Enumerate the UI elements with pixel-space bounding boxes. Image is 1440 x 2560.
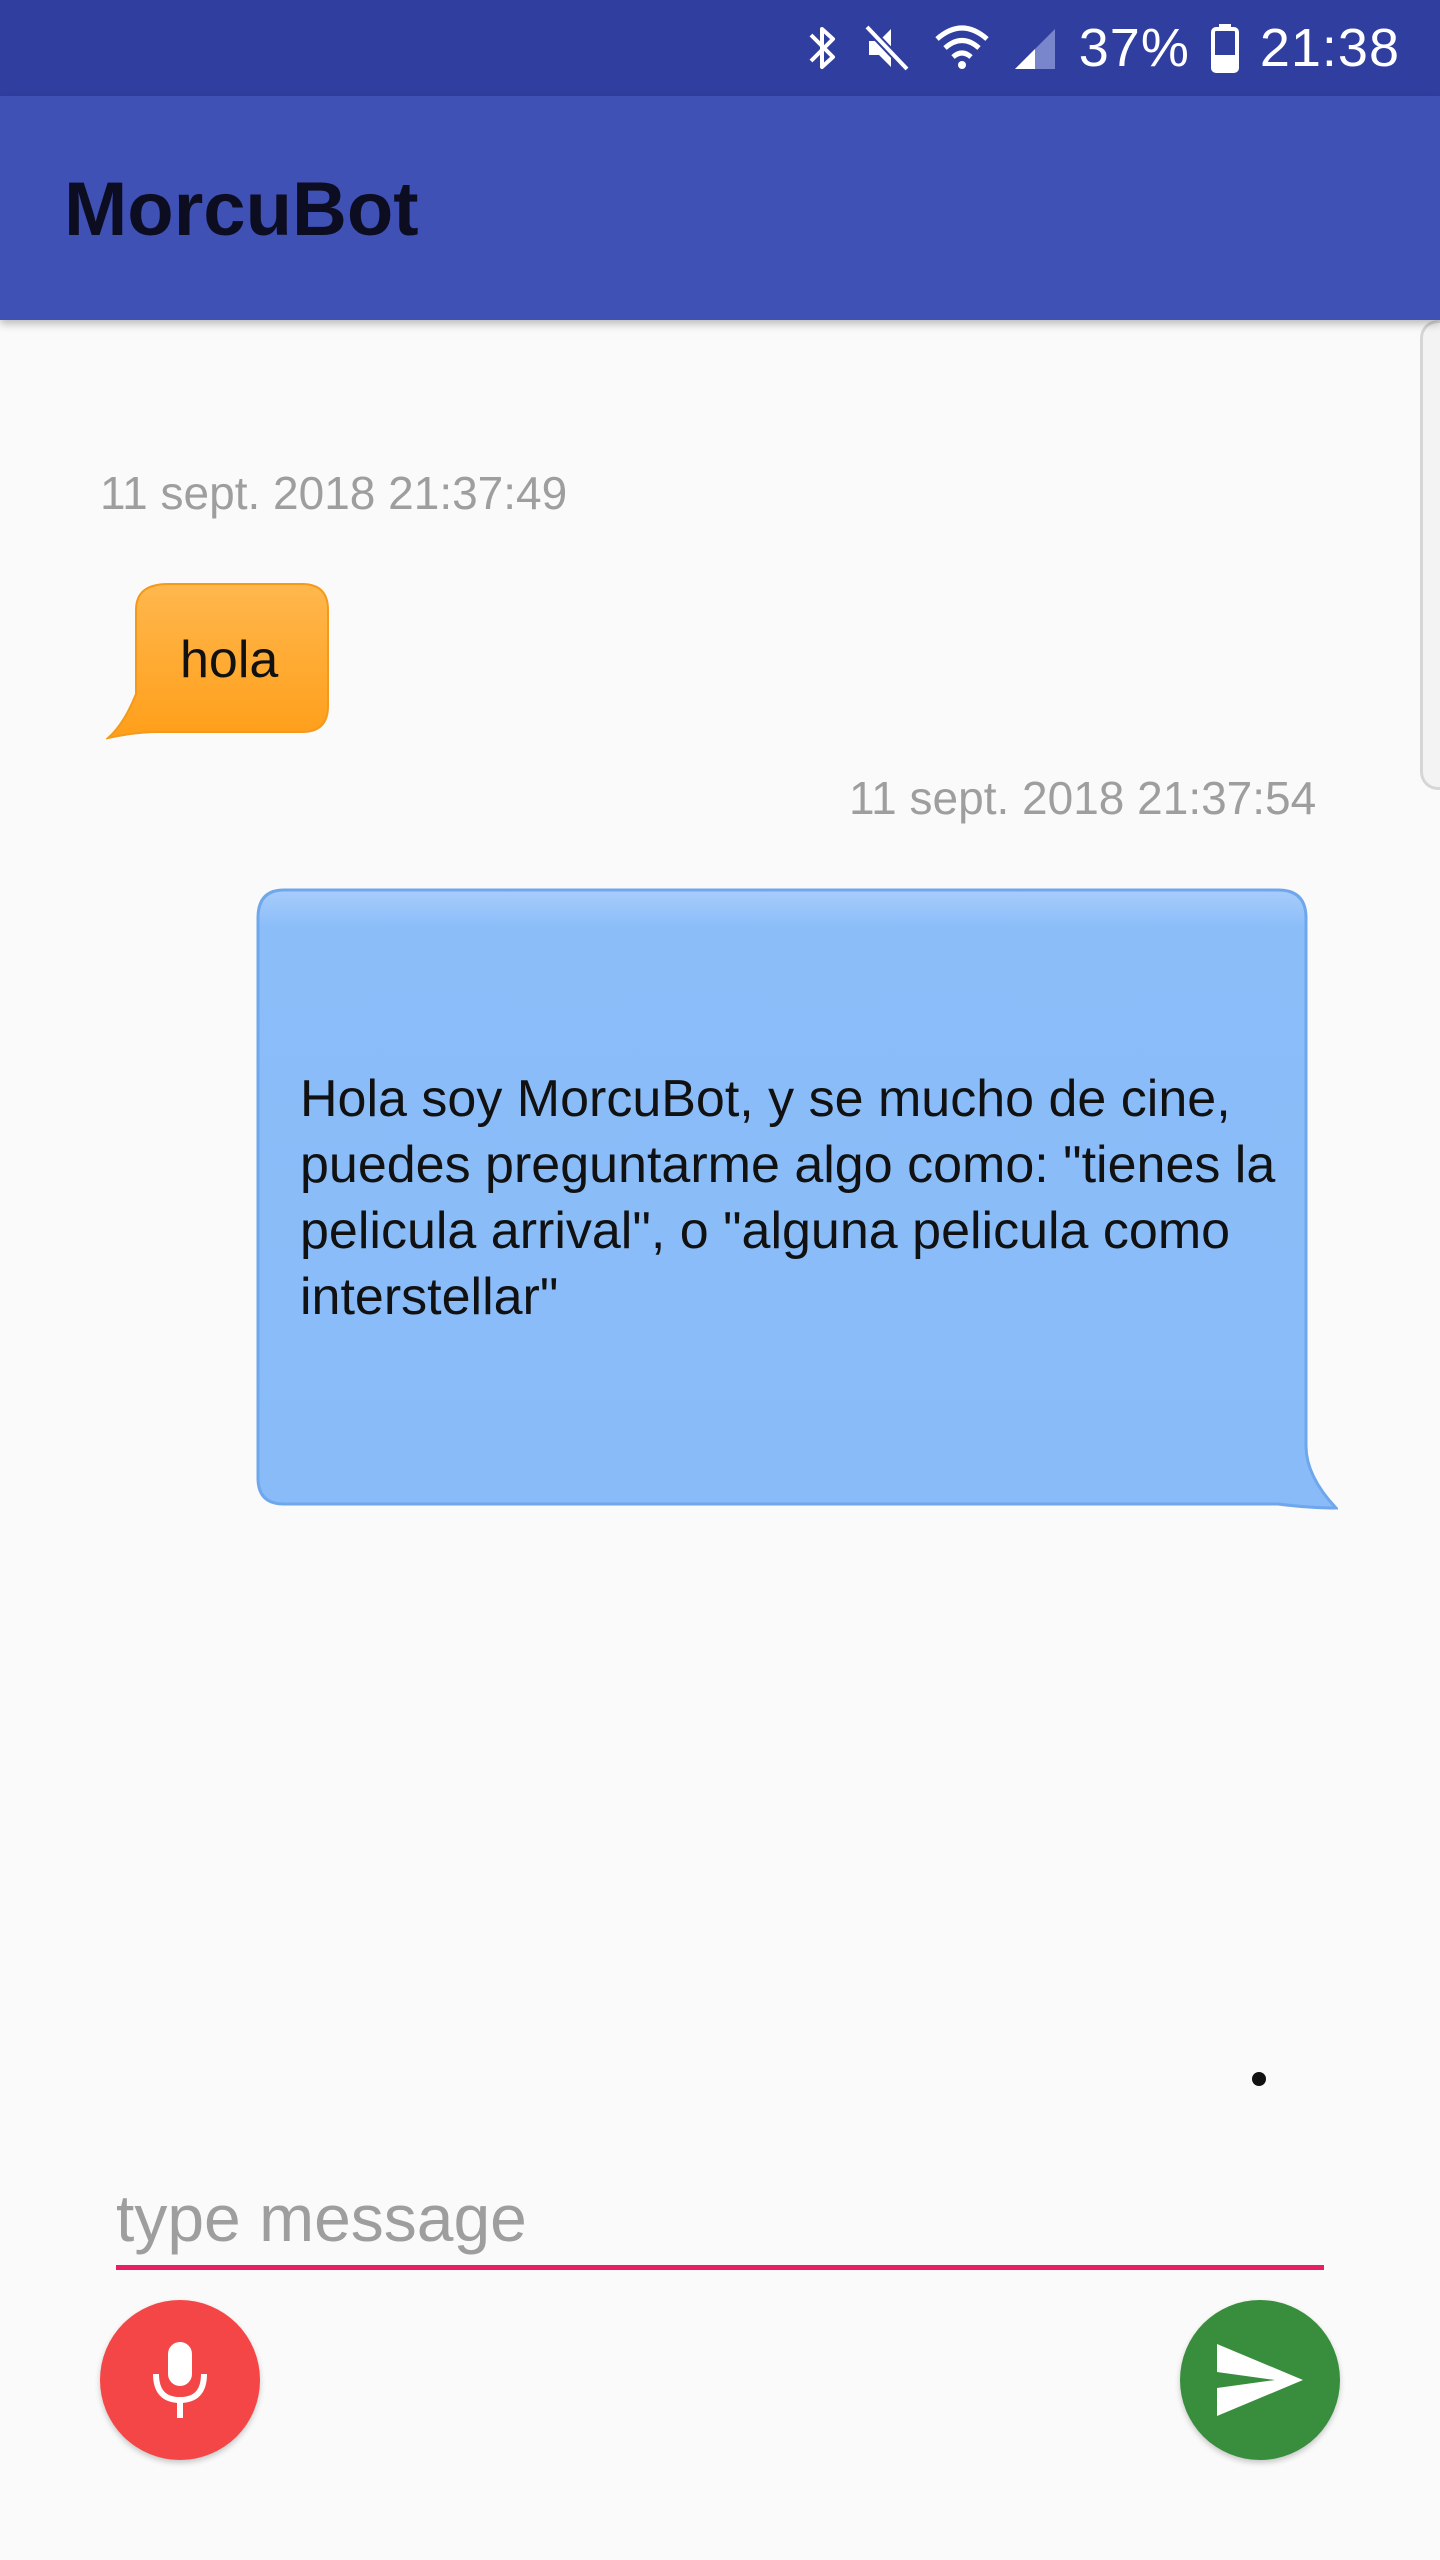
message-text: hola xyxy=(180,631,279,689)
mic-button[interactable] xyxy=(100,2300,260,2460)
microphone-icon xyxy=(153,2342,207,2418)
send-icon xyxy=(1217,2344,1303,2416)
battery-icon xyxy=(1210,24,1239,73)
bluetooth-icon xyxy=(809,27,835,69)
message-timestamp: 11 sept. 2018 21:37:49 xyxy=(100,467,568,519)
wifi-icon xyxy=(935,25,989,69)
send-button[interactable] xyxy=(1180,2300,1340,2460)
status-bar: 37% 21:38 xyxy=(0,0,1440,96)
bot-message-bubble: Hola soy MorcuBot, y se mucho de cine, p… xyxy=(254,886,1338,1516)
status-icons: 37% 21:38 xyxy=(805,0,1400,96)
loading-dot xyxy=(1252,2072,1266,2086)
signal-icon xyxy=(1014,29,1055,69)
message-input[interactable] xyxy=(116,2170,1324,2270)
status-time: 21:38 xyxy=(1259,18,1400,78)
battery-percent: 37% xyxy=(1078,18,1190,78)
scroll-edge-indicator xyxy=(1420,320,1440,790)
message-text: Hola soy MorcuBot, y se mucho de cine, p… xyxy=(300,1070,1276,1326)
message-timestamp: 11 sept. 2018 21:37:54 xyxy=(849,772,1317,824)
app-title: MorcuBot xyxy=(64,167,419,252)
user-message-bubble: hola xyxy=(106,582,332,744)
mute-icon xyxy=(863,24,910,72)
app-bar: MorcuBot xyxy=(0,96,1440,320)
